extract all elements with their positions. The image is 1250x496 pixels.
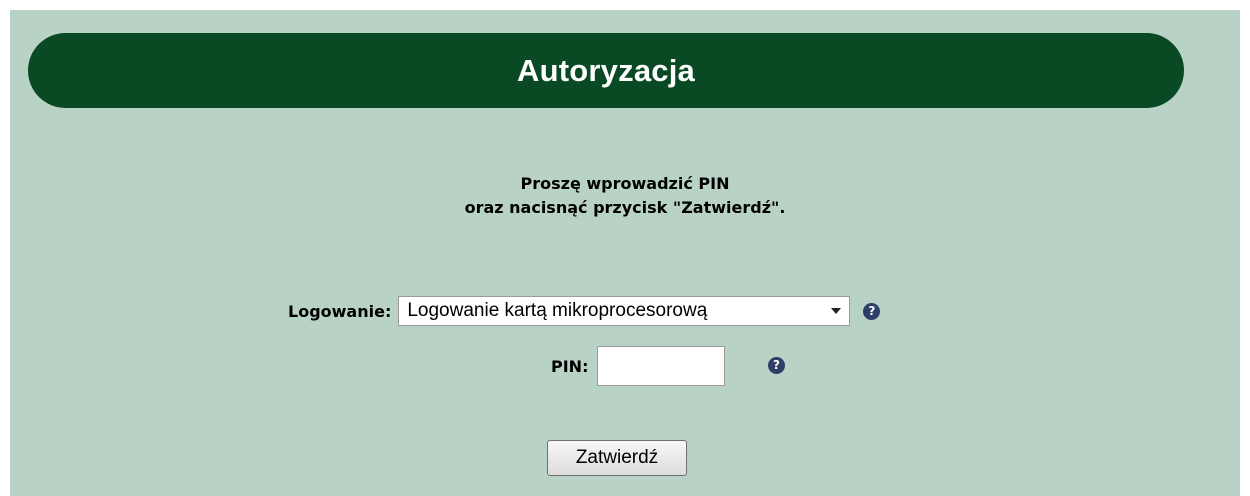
pin-input[interactable] <box>597 346 726 386</box>
instructions-line-1: Proszę wprowadzić PIN <box>520 174 730 193</box>
header-bar: Autoryzacja <box>28 33 1184 108</box>
chevron-down-icon <box>831 308 842 314</box>
page-title: Autoryzacja <box>517 52 695 88</box>
auth-panel: Autoryzacja Proszę wprowadzić PIN oraz n… <box>10 10 1240 496</box>
login-method-select[interactable]: Logowanie kartą mikroprocesorową <box>398 296 851 326</box>
instructions-line-2: oraz nacisnąć przycisk "Zatwierdź". <box>464 198 786 217</box>
submit-button[interactable]: Zatwierdź <box>547 440 687 476</box>
pin-help-icon[interactable]: ? <box>768 357 785 374</box>
login-method-help-icon[interactable]: ? <box>863 302 881 320</box>
pin-row: PIN: <box>551 346 726 386</box>
login-method-selected-value: Logowanie kartą mikroprocesorową <box>407 300 708 321</box>
login-method-label: Logowanie: <box>288 301 392 321</box>
pin-label: PIN: <box>551 356 589 376</box>
login-method-row: Logowanie: Logowanie kartą mikroprocesor… <box>288 296 881 326</box>
instructions: Proszę wprowadzić PIN oraz nacisnąć przy… <box>10 172 1240 220</box>
